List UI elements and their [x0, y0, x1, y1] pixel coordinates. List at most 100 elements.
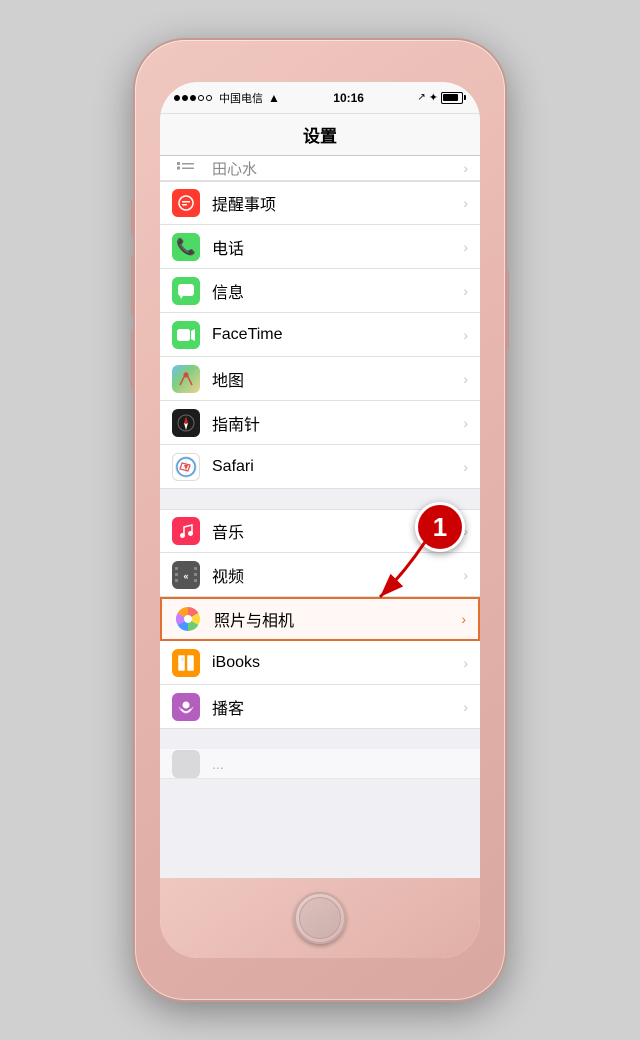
maps-icon — [172, 365, 200, 393]
bluetooth-icon: ✦ — [429, 91, 438, 104]
maps-label: 地图 — [212, 367, 463, 391]
ibooks-icon — [172, 649, 200, 677]
videos-chevron: › — [463, 567, 468, 583]
photos-icon-svg — [174, 605, 202, 633]
music-chevron: › — [463, 523, 468, 539]
home-area — [160, 878, 480, 958]
facetime-icon — [172, 321, 200, 349]
settings-item-videos[interactable]: « 视频 › — [160, 553, 480, 597]
settings-item-photos[interactable]: 照片与相机 › — [160, 597, 480, 641]
wifi-icon: ▲ — [268, 91, 280, 105]
power-button[interactable] — [505, 270, 509, 350]
music-label: 音乐 — [212, 519, 463, 543]
status-time: 10:16 — [333, 91, 364, 105]
signal-dot-2 — [182, 95, 188, 101]
signal-dot-5 — [206, 95, 212, 101]
carrier-label: 中国电信 — [219, 90, 263, 106]
podcasts-label: 播客 — [212, 695, 463, 719]
phone-icon-char: 📞 — [176, 237, 196, 257]
compass-icon — [172, 409, 200, 437]
section-gap-2 — [160, 729, 480, 749]
settings-item-facetime[interactable]: FaceTime › — [160, 313, 480, 357]
reminders-icon — [172, 189, 200, 217]
messages-label: 信息 — [212, 279, 463, 303]
settings-item-phone[interactable]: 📞 电话 › — [160, 225, 480, 269]
music-icon — [172, 517, 200, 545]
compass-chevron: › — [463, 415, 468, 431]
status-bar: 中国电信 ▲ 10:16 ↗ ✦ — [160, 82, 480, 114]
safari-label: Safari — [212, 458, 463, 476]
battery-fill — [443, 94, 457, 101]
safari-icon-svg — [175, 456, 197, 478]
videos-icon-svg: « — [174, 566, 198, 584]
battery-tip — [464, 95, 466, 100]
status-right: ↗ ✦ — [417, 91, 466, 104]
ibooks-label: iBooks — [212, 654, 463, 672]
settings-group-2: 音乐 › — [160, 509, 480, 729]
ibooks-icon-svg — [176, 654, 196, 672]
music-icon-svg — [177, 522, 195, 540]
partial-bottom-label: ... — [212, 756, 468, 772]
settings-item-compass[interactable]: 指南针 › — [160, 401, 480, 445]
photos-icon — [174, 605, 202, 633]
signal-dot-4 — [198, 95, 204, 101]
volume-up-button[interactable] — [131, 255, 135, 315]
podcasts-icon-svg — [176, 697, 196, 717]
partial-bottom-icon — [172, 750, 200, 778]
videos-label: 视频 — [212, 563, 463, 587]
settings-item-podcasts[interactable]: 播客 › — [160, 685, 480, 729]
facetime-label: FaceTime — [212, 326, 463, 344]
messages-icon — [172, 277, 200, 305]
list-icon-svg — [176, 158, 196, 178]
settings-item-messages[interactable]: 信息 › — [160, 269, 480, 313]
ibooks-chevron: › — [463, 655, 468, 671]
facetime-icon-svg — [176, 327, 196, 343]
podcasts-icon — [172, 693, 200, 721]
videos-icon: « — [172, 561, 200, 589]
settings-group-1: 提醒事项 › 📞 电话 › — [160, 181, 480, 489]
compass-icon-svg — [176, 413, 196, 433]
photos-label: 照片与相机 — [214, 607, 461, 631]
reminders-label: 提醒事项 — [212, 191, 463, 215]
phone-frame: 中国电信 ▲ 10:16 ↗ ✦ 设置 — [135, 40, 505, 1000]
phone-screen: 中国电信 ▲ 10:16 ↗ ✦ 设置 — [160, 82, 480, 958]
partial-item-label: 田心水 — [212, 158, 463, 179]
navigation-bar: 设置 — [160, 114, 480, 156]
signal-indicator — [174, 95, 212, 101]
signal-right-icon: ↗ — [417, 92, 425, 103]
photos-chevron: › — [461, 611, 466, 627]
screen-content: 中国电信 ▲ 10:16 ↗ ✦ 设置 — [160, 82, 480, 958]
partial-chevron: › — [463, 160, 468, 176]
reminders-chevron: › — [463, 195, 468, 211]
signal-dot-3 — [190, 95, 196, 101]
battery-indicator — [441, 92, 466, 104]
safari-chevron: › — [463, 459, 468, 475]
battery-body — [441, 92, 463, 104]
reminders-icon-svg — [177, 194, 195, 212]
status-left: 中国电信 ▲ — [174, 90, 280, 106]
settings-item-music[interactable]: 音乐 › — [160, 509, 480, 553]
safari-icon — [172, 453, 200, 481]
settings-item-maps[interactable]: 地图 › — [160, 357, 480, 401]
podcasts-chevron: › — [463, 699, 468, 715]
settings-item-reminders[interactable]: 提醒事项 › — [160, 181, 480, 225]
partial-item[interactable]: 田心水 › — [160, 156, 480, 181]
signal-dot-1 — [174, 95, 180, 101]
settings-item-partial-bottom[interactable]: ... — [160, 749, 480, 779]
settings-list[interactable]: 田心水 › 提醒事项 — [160, 156, 480, 898]
nav-title: 设置 — [303, 122, 337, 147]
phone-label: 电话 — [212, 235, 463, 259]
messages-icon-svg — [177, 282, 195, 300]
phone-chevron: › — [463, 239, 468, 255]
svg-text:«: « — [183, 571, 188, 581]
maps-icon-svg — [172, 365, 200, 393]
compass-label: 指南针 — [212, 411, 463, 435]
facetime-chevron: › — [463, 327, 468, 343]
partial-item-icon — [172, 156, 200, 181]
mute-button[interactable] — [131, 200, 135, 235]
home-button[interactable] — [294, 892, 346, 944]
volume-down-button[interactable] — [131, 330, 135, 390]
settings-item-ibooks[interactable]: iBooks › — [160, 641, 480, 685]
settings-item-safari[interactable]: Safari › — [160, 445, 480, 489]
section-gap — [160, 489, 480, 509]
